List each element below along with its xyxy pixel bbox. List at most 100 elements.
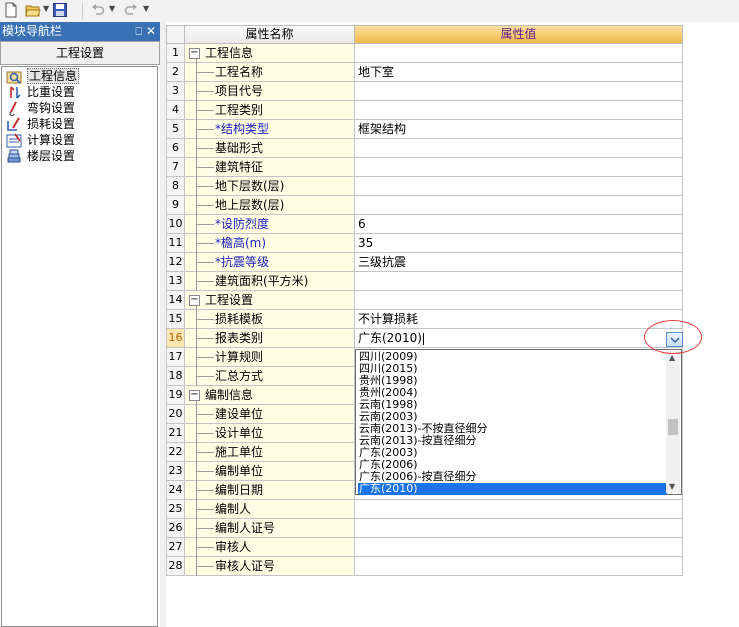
table-row[interactable]: 12 *抗震等级 三级抗震	[166, 253, 683, 272]
table-row[interactable]: 27 审核人	[166, 538, 683, 557]
row-number[interactable]: 19	[166, 386, 185, 405]
property-value-cell[interactable]	[355, 538, 683, 557]
row-number[interactable]: 25	[166, 500, 185, 519]
row-number[interactable]: 8	[166, 177, 185, 196]
property-name-cell[interactable]: 编制人证号	[185, 519, 355, 538]
grid-group-row[interactable]: 14− 工程设置	[166, 291, 683, 310]
property-value-cell[interactable]	[355, 500, 683, 519]
redo-dropdown-icon[interactable]: ▼	[143, 4, 149, 13]
property-value-cell[interactable]: 框架结构	[355, 120, 683, 139]
property-name-cell[interactable]: − 工程信息	[185, 44, 355, 63]
property-value-cell[interactable]	[355, 557, 683, 576]
property-value-cell[interactable]: 地下室	[355, 63, 683, 82]
dropdown-option[interactable]: 广东(2010)	[358, 483, 667, 495]
header-property-name[interactable]: 属性名称	[185, 25, 355, 44]
row-number[interactable]: 28	[166, 557, 185, 576]
row-number[interactable]: 22	[166, 443, 185, 462]
property-name-cell[interactable]: 建设单位	[185, 405, 355, 424]
collapse-icon[interactable]: −	[189, 390, 200, 401]
property-value-cell[interactable]	[355, 158, 683, 177]
row-number[interactable]: 14	[166, 291, 185, 310]
table-row[interactable]: 7 建筑特征	[166, 158, 683, 177]
property-name-cell[interactable]: 建筑特征	[185, 158, 355, 177]
table-row[interactable]: 4 工程类别	[166, 101, 683, 120]
property-name-cell[interactable]: 审核人证号	[185, 557, 355, 576]
row-number[interactable]: 24	[166, 481, 185, 500]
property-value-cell[interactable]	[355, 44, 683, 63]
undo-icon[interactable]	[90, 2, 108, 20]
report-type-combo[interactable]: 广东(2010)	[355, 329, 683, 348]
property-name-cell[interactable]: − 编制信息	[185, 386, 355, 405]
property-name-cell[interactable]: 工程名称	[185, 63, 355, 82]
row-number[interactable]: 10	[166, 215, 185, 234]
property-name-cell[interactable]: *抗震等级	[185, 253, 355, 272]
dropdown-scrollbar[interactable]: ▲ ▼	[666, 351, 680, 493]
property-name-cell[interactable]: 建筑面积(平方米)	[185, 272, 355, 291]
table-row[interactable]: 15 损耗模板 不计算损耗	[166, 310, 683, 329]
property-name-cell[interactable]: 工程类别	[185, 101, 355, 120]
table-row[interactable]: 11 *檐高(m) 35	[166, 234, 683, 253]
close-icon[interactable]: ✕	[146, 22, 156, 41]
property-name-cell[interactable]: 施工单位	[185, 443, 355, 462]
property-value-cell[interactable]	[355, 177, 683, 196]
row-number[interactable]: 26	[166, 519, 185, 538]
save-icon[interactable]	[52, 2, 70, 20]
table-row[interactable]: 5 *结构类型 框架结构	[166, 120, 683, 139]
property-name-cell[interactable]: 计算规则	[185, 348, 355, 367]
property-name-cell[interactable]: 审核人	[185, 538, 355, 557]
row-number[interactable]: 27	[166, 538, 185, 557]
row-number[interactable]: 9	[166, 196, 185, 215]
row-number[interactable]: 3	[166, 82, 185, 101]
row-number[interactable]: 1	[166, 44, 185, 63]
property-value-cell[interactable]	[355, 139, 683, 158]
property-name-cell[interactable]: 编制日期	[185, 481, 355, 500]
scroll-down-icon[interactable]: ▼	[669, 482, 675, 491]
pin-icon[interactable]: ⎕	[135, 22, 142, 41]
property-value-cell[interactable]	[355, 196, 683, 215]
row-number[interactable]: 15	[166, 310, 185, 329]
collapse-icon[interactable]: −	[189, 48, 200, 59]
open-dropdown-icon[interactable]: ▼	[43, 4, 49, 13]
row-number[interactable]: 21	[166, 424, 185, 443]
redo-icon[interactable]	[123, 2, 141, 20]
row-number[interactable]: 6	[166, 139, 185, 158]
property-name-cell[interactable]: 编制单位	[185, 462, 355, 481]
row-number[interactable]: 13	[166, 272, 185, 291]
property-name-cell[interactable]: *檐高(m)	[185, 234, 355, 253]
property-name-cell[interactable]: − 工程设置	[185, 291, 355, 310]
grid-group-row[interactable]: 1− 工程信息	[166, 44, 683, 63]
table-row[interactable]: 6 基础形式	[166, 139, 683, 158]
row-number[interactable]: 4	[166, 101, 185, 120]
property-name-cell[interactable]: 编制人	[185, 500, 355, 519]
property-name-cell[interactable]: *结构类型	[185, 120, 355, 139]
row-number[interactable]: 2	[166, 63, 185, 82]
row-number[interactable]: 20	[166, 405, 185, 424]
new-file-icon[interactable]	[3, 2, 21, 20]
row-number[interactable]: 12	[166, 253, 185, 272]
collapse-icon[interactable]: −	[189, 295, 200, 306]
table-row[interactable]: 16 报表类别 广东(2010)	[166, 329, 683, 348]
property-name-cell[interactable]: 基础形式	[185, 139, 355, 158]
table-row[interactable]: 8 地下层数(层)	[166, 177, 683, 196]
row-number[interactable]: 7	[166, 158, 185, 177]
property-value-cell[interactable]	[355, 272, 683, 291]
table-row[interactable]: 26 编制人证号	[166, 519, 683, 538]
scroll-up-icon[interactable]: ▲	[669, 353, 675, 362]
property-value-cell[interactable]	[355, 82, 683, 101]
table-row[interactable]: 28 审核人证号	[166, 557, 683, 576]
property-name-cell[interactable]: 汇总方式	[185, 367, 355, 386]
property-name-cell[interactable]: 损耗模板	[185, 310, 355, 329]
property-name-cell[interactable]: 地上层数(层)	[185, 196, 355, 215]
row-number[interactable]: 17	[166, 348, 185, 367]
property-name-cell[interactable]: 项目代号	[185, 82, 355, 101]
property-name-cell[interactable]: 报表类别	[185, 329, 355, 348]
open-folder-icon[interactable]	[25, 2, 43, 20]
property-value-cell[interactable]	[355, 101, 683, 120]
property-value-cell[interactable]: 6	[355, 215, 683, 234]
nav-group-header[interactable]: 工程设置	[0, 41, 160, 65]
table-row[interactable]: 13 建筑面积(平方米)	[166, 272, 683, 291]
property-value-cell[interactable]: 不计算损耗	[355, 310, 683, 329]
table-row[interactable]: 2 工程名称 地下室	[166, 63, 683, 82]
row-number[interactable]: 18	[166, 367, 185, 386]
undo-dropdown-icon[interactable]: ▼	[109, 4, 115, 13]
